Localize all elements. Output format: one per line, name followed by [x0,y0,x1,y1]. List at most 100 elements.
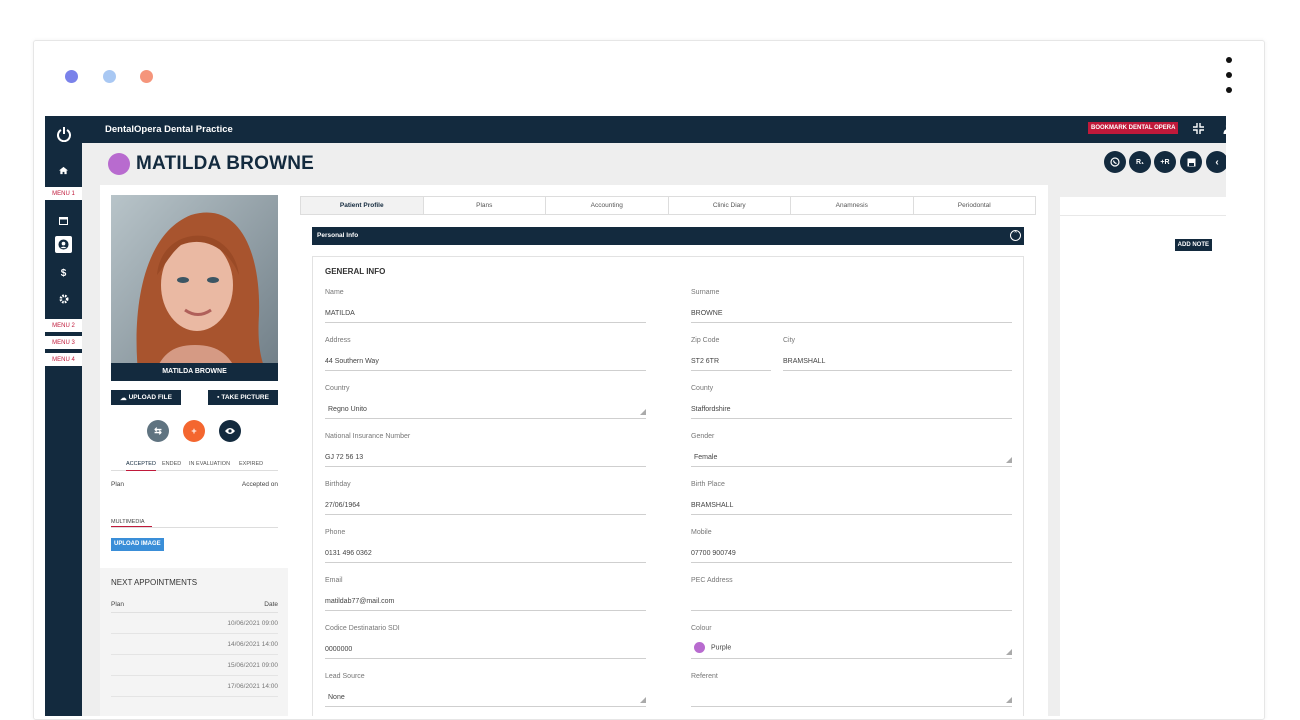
zip-field[interactable]: ST2 6TR [691,356,771,371]
eye-icon[interactable] [219,420,241,442]
add-note-button[interactable]: ADD NOTE [1175,239,1212,251]
section-title: Personal Info [317,232,358,239]
page-title: MATILDA BROWNE [136,153,314,175]
lead-source-select[interactable]: None [325,692,646,707]
sidebar-menu-1[interactable]: MENU 1 [45,187,82,200]
chevron-up-icon[interactable]: ˆ [1010,230,1021,241]
appointment-date: 15/06/2021 09:00 [227,662,278,669]
nin-label: National Insurance Number [325,433,410,440]
multimedia-tab[interactable]: MULTIMEDIA [111,519,152,527]
appt-date-header: Date [264,601,278,608]
name-field[interactable]: MATILDA [325,308,646,323]
save-icon[interactable] [1180,151,1202,173]
dropdown-caret-icon [1006,697,1012,703]
account-icon[interactable] [1223,123,1226,137]
camera-icon: ▪ [217,394,219,401]
app-title: DentalOpera Dental Practice [105,124,233,135]
colour-select[interactable]: Purple [691,642,1012,659]
plan-status-tabs: ACCEPTED ENDED IN EVALUATION EXPIRED [111,461,278,471]
collapse-icon[interactable] [1193,123,1204,137]
compare-icon[interactable]: ⇆ [147,420,169,442]
sdi-field[interactable]: 0000000 [325,644,646,659]
patient-photo [111,195,278,381]
referent-select[interactable] [691,692,1012,707]
sidebar-menu-2[interactable]: MENU 2 [45,319,82,332]
bookmark-button[interactable]: BOOKMARK DENTAL OPERA [1088,122,1178,134]
kebab-menu-icon[interactable] [1226,57,1232,102]
birthplace-label: Birth Place [691,481,725,488]
app: MENU 1 $ MENU 2 MENU 3 MENU 4 DentalOper… [45,116,1226,716]
tab-in-evaluation[interactable]: IN EVALUATION [189,461,230,467]
list-item[interactable]: 15/06/2021 09:00 [111,655,278,676]
accepted-on-column-header: Accepted on [242,481,278,488]
birthplace-field[interactable]: BRAMSHALL [691,500,1012,515]
list-item[interactable]: 14/06/2021 14:00 [111,634,278,655]
notes-container: ADD NOTE [1060,197,1226,716]
upload-file-button[interactable]: ☁UPLOAD FILE [111,390,181,405]
list-item[interactable]: 17/06/2021 14:00 [111,676,278,697]
take-picture-button[interactable]: ▪TAKE PICTURE [208,390,278,405]
address-field[interactable]: 44 Southern Way [325,356,646,371]
group-title: GENERAL INFO [325,267,385,276]
back-icon[interactable]: ‹ [1206,151,1226,173]
personal-info-header[interactable]: Personal Info ˆ [312,227,1024,245]
user-icon[interactable] [55,236,72,253]
phone-field[interactable]: 0131 496 0362 [325,548,646,563]
upload-image-button[interactable]: UPLOAD IMAGE [111,538,164,551]
county-label: County [691,385,713,392]
upload-file-label: UPLOAD FILE [129,394,172,401]
lead-source-label: Lead Source [325,673,365,680]
tab-patient-profile[interactable]: Patient Profile [301,197,424,214]
surname-label: Surname [691,289,719,296]
window-dot-3[interactable] [140,70,153,83]
dropdown-caret-icon [1006,649,1012,655]
pec-label: PEC Address [691,577,733,584]
county-field[interactable]: Staffordshire [691,404,1012,419]
name-label: Name [325,289,344,296]
country-select[interactable]: Regno Unito [325,404,646,419]
power-icon[interactable] [45,123,82,145]
tab-clinic-diary[interactable]: Clinic Diary [669,197,792,214]
gender-select[interactable]: Female [691,452,1012,467]
zip-label: Zip Code [691,337,719,344]
surname-field[interactable]: BROWNE [691,308,1012,323]
main-content: Patient Profile Plans Accounting Clinic … [288,185,1048,716]
sidebar-menu-4[interactable]: MENU 4 [45,353,82,366]
whatsapp-button[interactable] [1104,151,1126,173]
add-prescription-button[interactable]: +R [1154,151,1176,173]
mobile-field[interactable]: 07700 900749 [691,548,1012,563]
email-field[interactable]: matildab77@mail.com [325,596,646,611]
gear-icon[interactable] [45,289,82,309]
tab-plans[interactable]: Plans [424,197,547,214]
pec-field[interactable] [691,596,1012,611]
profile-tabs: Patient Profile Plans Accounting Clinic … [300,196,1036,215]
calendar-icon[interactable] [45,211,82,231]
city-field[interactable]: BRAMSHALL [783,356,1012,371]
tab-anamnesis[interactable]: Anamnesis [791,197,914,214]
tab-accepted[interactable]: ACCEPTED [126,461,156,471]
prescription-button[interactable]: R₁ [1129,151,1151,173]
photo-caption: MATILDA BROWNE [111,363,278,381]
notes-panel: ADD NOTE [1048,185,1226,716]
tab-expired[interactable]: EXPIRED [239,461,263,467]
list-item[interactable]: 10/06/2021 09:00 [111,613,278,634]
topbar: DentalOpera Dental Practice BOOKMARK DEN… [82,116,1226,143]
home-icon[interactable] [45,160,82,180]
dropdown-caret-icon [640,409,646,415]
window-dot-1[interactable] [65,70,78,83]
dropdown-caret-icon [1006,457,1012,463]
window-dot-2[interactable] [103,70,116,83]
tab-ended[interactable]: ENDED [162,461,181,467]
tab-accounting[interactable]: Accounting [546,197,669,214]
lead-source-value: None [328,694,345,701]
next-appointments-title: NEXT APPOINTMENTS [111,578,197,587]
nin-field[interactable]: GJ 72 56 13 [325,452,646,467]
tab-periodontal[interactable]: Periodontal [914,197,1036,214]
appointment-date: 17/06/2021 14:00 [227,683,278,690]
dollar-icon[interactable]: $ [45,263,82,283]
birthday-field[interactable]: 27/06/1964 [325,500,646,515]
phone-label: Phone [325,529,345,536]
patient-color-dot [108,153,130,175]
add-record-icon[interactable]: + [183,420,205,442]
sidebar-menu-3[interactable]: MENU 3 [45,336,82,349]
